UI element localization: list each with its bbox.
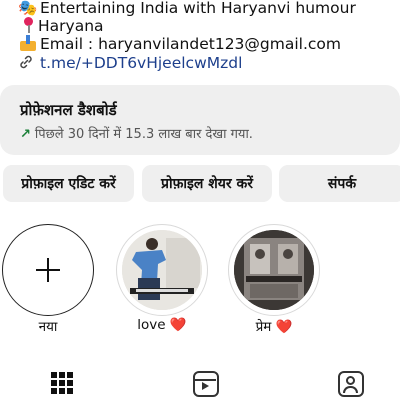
highlight-label-new: नया: [38, 319, 58, 335]
reels-icon[interactable]: [193, 371, 219, 397]
heart-icon: ❤️: [169, 317, 187, 333]
share-profile-button[interactable]: प्रोफ़ाइल शेयर करें: [142, 165, 272, 202]
edit-profile-button[interactable]: प्रोफ़ाइल एडिट करें: [3, 165, 134, 202]
highlight-love[interactable]: [116, 224, 208, 316]
highlight-cover-prem: [234, 230, 314, 310]
link-icon: [18, 53, 36, 73]
tagged-icon[interactable]: [338, 371, 364, 397]
grid-icon[interactable]: [50, 371, 76, 397]
pin-icon: [18, 17, 38, 33]
highlight-label-love: love ❤️: [137, 317, 187, 333]
highlight-cover-love: [122, 230, 202, 310]
bio-email-text: Email : haryanvilandet123@gmail.com: [40, 35, 341, 53]
highlight-label-prem: प्रेम ❤️: [255, 319, 293, 335]
bio-line-email: Email : haryanvilandet123@gmail.com: [18, 34, 341, 54]
contact-button[interactable]: संपर्क: [279, 165, 400, 202]
dashboard-subtitle: ↗ पिछले 30 दिनों में 15.3 लाख बार देखा गय…: [20, 124, 253, 142]
dashboard-title: प्रोफ़ेशनल डैशबोर्ड: [20, 101, 117, 119]
profile-tab-bar: [0, 365, 400, 400]
inbox-tray-icon: [18, 35, 38, 51]
highlight-prem[interactable]: [228, 224, 320, 316]
highlight-new[interactable]: [2, 224, 94, 316]
heart-icon: ❤️: [275, 319, 293, 335]
trend-up-icon: ↗: [20, 127, 31, 142]
professional-dashboard[interactable]: प्रोफ़ेशनल डैशबोर्ड ↗ पिछले 30 दिनों में …: [0, 85, 400, 155]
bio-link[interactable]: t.me/+DDT6vHjeelcwMzdl: [18, 53, 242, 73]
dashboard-views-text: पिछले 30 दिनों में 15.3 लाख बार देखा गया…: [34, 127, 253, 142]
bio-tagline-text: Entertaining India with Haryanvi humour: [40, 0, 356, 17]
bio-link-text[interactable]: t.me/+DDT6vHjeelcwMzdl: [40, 54, 242, 72]
bio-location-text: Haryana: [38, 17, 104, 35]
bio-line-location: Haryana: [18, 16, 104, 36]
